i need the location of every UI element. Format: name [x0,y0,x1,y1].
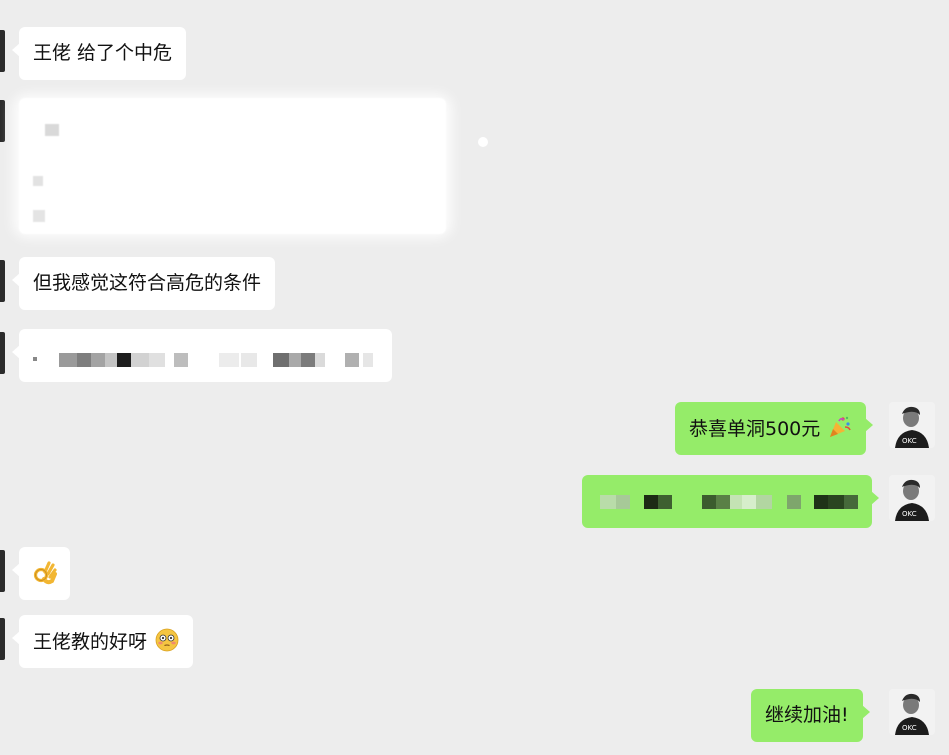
contact-avatar[interactable] [0,618,5,660]
my-avatar[interactable]: OKC [889,689,935,735]
contact-avatar[interactable] [0,30,5,72]
message-text: 但我感觉这符合高危的条件 [33,272,262,294]
redacted-message-bubble[interactable] [582,475,879,528]
ok-hand-icon [32,561,58,591]
message-bubble-outgoing[interactable]: 继续加油! [751,689,870,742]
flushed-face-icon [155,628,179,659]
redaction-artifact [45,124,59,136]
redaction-artifact [33,210,45,222]
message-bubble-outgoing[interactable]: 恭喜单洞500元 [675,402,874,455]
redaction-artifact [33,176,43,186]
contact-avatar[interactable] [0,550,5,592]
avatar-shirt-text: OKC [902,437,917,445]
message-bubble-incoming[interactable]: 但我感觉这符合高危的条件 [11,257,276,310]
message-text: 继续加油! [765,704,849,726]
message-bubble-incoming[interactable]: 王佬教的好呀 [11,615,194,668]
contact-avatar[interactable] [0,260,5,302]
message-text: 恭喜单洞500元 [689,418,821,440]
redaction-artifact [478,137,488,147]
contact-avatar[interactable] [0,100,5,142]
avatar-shirt-text: OKC [902,724,917,732]
message-bubble-incoming[interactable] [12,547,70,600]
my-avatar[interactable]: OKC [889,402,935,448]
message-text: 王佬 给了个中危 [33,42,173,64]
avatar-shirt-text: OKC [902,510,917,518]
message-bubble-incoming[interactable]: 王佬 给了个中危 [11,27,187,80]
my-avatar[interactable]: OKC [889,475,935,521]
chat-window: 王佬 给了个中危 但我感觉这符合高危的条件 恭喜单洞500元 OKC OKC 王… [0,0,949,755]
message-text: 王佬教的好呀 [33,631,148,653]
party-popper-icon [828,415,852,446]
redacted-message-bubble[interactable] [19,98,446,234]
redacted-message-bubble[interactable] [12,329,392,382]
contact-avatar[interactable] [0,332,5,374]
